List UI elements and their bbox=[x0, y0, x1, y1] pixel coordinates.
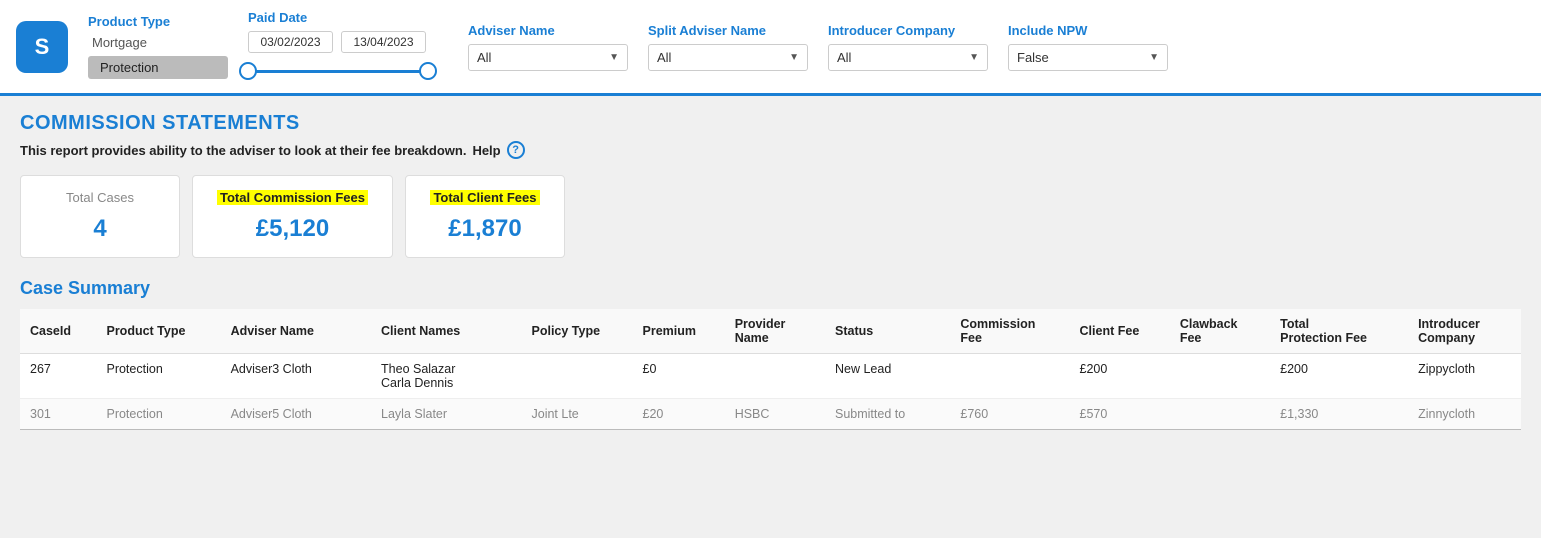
product-type-label: Product Type bbox=[88, 14, 228, 29]
adviser-name-select[interactable]: All ▼ bbox=[468, 44, 628, 71]
case-summary-table: CaseId Product Type Adviser Name Client … bbox=[20, 309, 1521, 430]
table-cell: £760 bbox=[950, 399, 1069, 430]
total-cases-value: 4 bbox=[45, 215, 155, 243]
total-cases-card: Total Cases 4 bbox=[20, 175, 180, 258]
col-header-total-protection-fee: TotalProtection Fee bbox=[1270, 309, 1408, 354]
table-row: 267ProtectionAdviser3 ClothTheo SalazarC… bbox=[20, 354, 1521, 399]
paid-date-filter: Paid Date bbox=[248, 10, 448, 83]
total-client-value: £1,870 bbox=[430, 215, 540, 243]
adviser-name-value: All bbox=[477, 50, 491, 65]
include-npw-label: Include NPW bbox=[1008, 23, 1168, 38]
col-header-client-fee: Client Fee bbox=[1070, 309, 1170, 354]
col-header-client-names: Client Names bbox=[371, 309, 521, 354]
top-filter-bar: S Product Type Mortgage Protection Paid … bbox=[0, 0, 1541, 96]
product-type-filter: Product Type Mortgage Protection bbox=[88, 14, 228, 79]
table-row: 301ProtectionAdviser5 ClothLayla SlaterJ… bbox=[20, 399, 1521, 430]
chevron-down-icon: ▼ bbox=[609, 52, 619, 63]
table-cell bbox=[950, 354, 1069, 399]
table-cell: £200 bbox=[1270, 354, 1408, 399]
chevron-down-icon: ▼ bbox=[969, 52, 979, 63]
introducer-company-value: All bbox=[837, 50, 851, 65]
table-cell: Zippycloth bbox=[1408, 354, 1521, 399]
include-npw-select[interactable]: False ▼ bbox=[1008, 44, 1168, 71]
adviser-name-filter: Adviser Name All ▼ bbox=[468, 23, 628, 71]
table-cell: 301 bbox=[20, 399, 96, 430]
include-npw-value: False bbox=[1017, 50, 1049, 65]
table-header-row: CaseId Product Type Adviser Name Client … bbox=[20, 309, 1521, 354]
col-header-introducer-company: IntroducerCompany bbox=[1408, 309, 1521, 354]
table-cell: Submitted to bbox=[825, 399, 950, 430]
table-cell: Theo SalazarCarla Dennis bbox=[371, 354, 521, 399]
col-header-adviser-name: Adviser Name bbox=[221, 309, 371, 354]
paid-date-to-input[interactable] bbox=[341, 31, 426, 53]
stats-row: Total Cases 4 Total Commission Fees £5,1… bbox=[20, 175, 1521, 258]
table-cell: New Lead bbox=[825, 354, 950, 399]
case-summary-title: Case Summary bbox=[20, 278, 1521, 299]
adviser-name-label: Adviser Name bbox=[468, 23, 628, 38]
table-cell bbox=[1170, 399, 1270, 430]
subtitle-text: This report provides ability to the advi… bbox=[20, 143, 466, 158]
table-cell: Protection bbox=[96, 399, 220, 430]
col-header-policy-type: Policy Type bbox=[522, 309, 633, 354]
introducer-company-filter: Introducer Company All ▼ bbox=[828, 23, 988, 71]
introducer-company-select[interactable]: All ▼ bbox=[828, 44, 988, 71]
chevron-down-icon: ▼ bbox=[1149, 52, 1159, 63]
col-header-provider-name: ProviderName bbox=[725, 309, 825, 354]
table-cell: £1,330 bbox=[1270, 399, 1408, 430]
split-adviser-filter: Split Adviser Name All ▼ bbox=[648, 23, 808, 71]
table-cell: £200 bbox=[1070, 354, 1170, 399]
split-adviser-select[interactable]: All ▼ bbox=[648, 44, 808, 71]
total-commission-label: Total Commission Fees bbox=[217, 190, 368, 205]
table-cell: £20 bbox=[633, 399, 725, 430]
table-cell: HSBC bbox=[725, 399, 825, 430]
col-header-caseid: CaseId bbox=[20, 309, 96, 354]
col-header-product-type: Product Type bbox=[96, 309, 220, 354]
split-adviser-value: All bbox=[657, 50, 671, 65]
range-thumb-right[interactable] bbox=[419, 62, 437, 80]
app-logo: S bbox=[16, 21, 68, 73]
col-header-status: Status bbox=[825, 309, 950, 354]
section-title: COMMISSION STATEMENTS bbox=[20, 112, 1521, 135]
help-icon[interactable]: ? bbox=[507, 141, 525, 159]
col-header-clawback-fee: ClawbackFee bbox=[1170, 309, 1270, 354]
table-cell: Protection bbox=[96, 354, 220, 399]
table-cell bbox=[522, 354, 633, 399]
total-commission-card: Total Commission Fees £5,120 bbox=[192, 175, 393, 258]
table-cell: 267 bbox=[20, 354, 96, 399]
table-cell: £570 bbox=[1070, 399, 1170, 430]
date-range-inputs bbox=[248, 31, 448, 53]
col-header-commission-fee: CommissionFee bbox=[950, 309, 1069, 354]
table-cell: Adviser5 Cloth bbox=[221, 399, 371, 430]
split-adviser-label: Split Adviser Name bbox=[648, 23, 808, 38]
table-cell: Joint Lte bbox=[522, 399, 633, 430]
total-client-fees-card: Total Client Fees £1,870 bbox=[405, 175, 565, 258]
table-cell bbox=[1170, 354, 1270, 399]
introducer-company-label: Introducer Company bbox=[828, 23, 988, 38]
chevron-down-icon: ▼ bbox=[789, 52, 799, 63]
product-type-protection[interactable]: Protection bbox=[88, 56, 228, 79]
paid-date-from-input[interactable] bbox=[248, 31, 333, 53]
range-thumb-left[interactable] bbox=[239, 62, 257, 80]
table-cell: Layla Slater bbox=[371, 399, 521, 430]
main-content: COMMISSION STATEMENTS This report provid… bbox=[0, 96, 1541, 446]
range-track bbox=[248, 70, 428, 73]
product-type-mortgage[interactable]: Mortgage bbox=[88, 33, 228, 52]
paid-date-label: Paid Date bbox=[248, 10, 448, 25]
table-cell: Adviser3 Cloth bbox=[221, 354, 371, 399]
section-subtitle: This report provides ability to the advi… bbox=[20, 141, 1521, 159]
include-npw-filter: Include NPW False ▼ bbox=[1008, 23, 1168, 71]
col-header-premium: Premium bbox=[633, 309, 725, 354]
total-commission-value: £5,120 bbox=[217, 215, 368, 243]
total-client-label: Total Client Fees bbox=[430, 190, 539, 205]
table-cell bbox=[725, 354, 825, 399]
total-cases-label: Total Cases bbox=[45, 190, 155, 205]
date-range-slider[interactable] bbox=[248, 59, 428, 83]
table-cell: Zinnycloth bbox=[1408, 399, 1521, 430]
table-cell: £0 bbox=[633, 354, 725, 399]
